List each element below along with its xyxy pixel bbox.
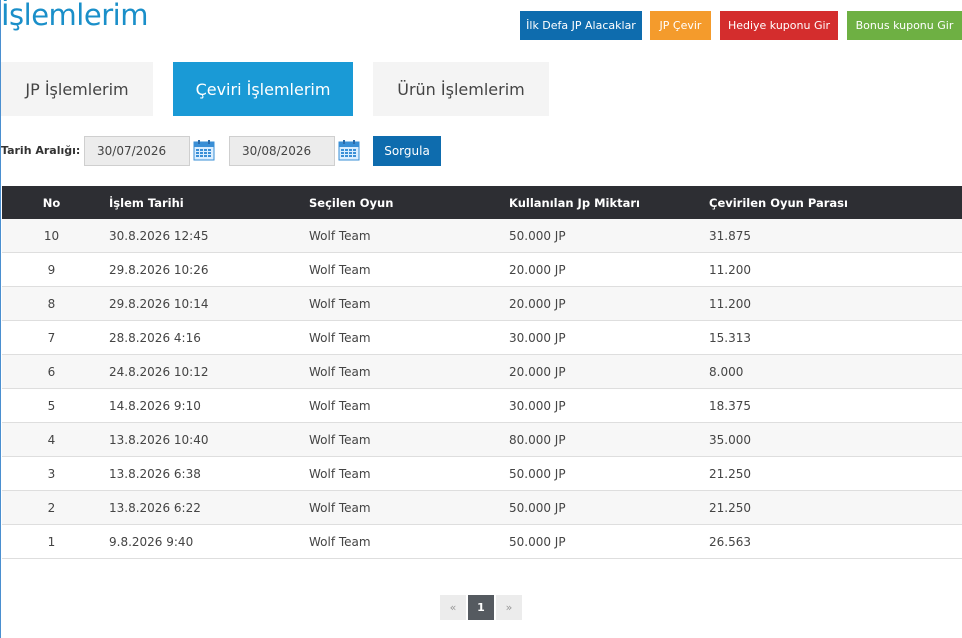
table-row: 3 13.8.2026 6:38 Wolf Team 50.000 JP 21.… <box>2 457 962 491</box>
header-date: İşlem Tarihi <box>109 195 184 210</box>
tab-conversion-transactions[interactable]: Çeviri İşlemlerim <box>173 62 353 116</box>
cell-no: 2 <box>47 500 56 515</box>
cell-date: 24.8.2026 10:12 <box>109 364 209 379</box>
cell-jp-amount: 50.000 JP <box>509 534 566 549</box>
cell-game: Wolf Team <box>309 296 371 311</box>
cell-jp-amount: 50.000 JP <box>509 466 566 481</box>
cell-game-money: 31.875 <box>709 228 751 243</box>
start-calendar-icon[interactable] <box>193 139 215 161</box>
cell-no: 6 <box>47 364 56 379</box>
cell-game: Wolf Team <box>309 330 371 345</box>
cell-date: 13.8.2026 6:38 <box>109 466 201 481</box>
cell-game-money: 21.250 <box>709 500 751 515</box>
tab-jp-transactions[interactable]: JP İşlemlerim <box>1 62 153 116</box>
cell-date: 29.8.2026 10:26 <box>109 262 209 277</box>
end-date-input[interactable] <box>229 136 335 166</box>
cell-no: 3 <box>47 466 56 481</box>
page-title: İşlemlerim <box>1 0 148 32</box>
transactions-table: No İşlem Tarihi Seçilen Oyun Kullanılan … <box>2 186 962 559</box>
table-header: No İşlem Tarihi Seçilen Oyun Kullanılan … <box>2 186 962 219</box>
cell-jp-amount: 50.000 JP <box>509 500 566 515</box>
cell-no: 9 <box>47 262 56 277</box>
tab-product-transactions[interactable]: Ürün İşlemlerim <box>373 62 549 116</box>
cell-jp-amount: 20.000 JP <box>509 364 566 379</box>
cell-no: 4 <box>47 432 56 447</box>
cell-game-money: 15.313 <box>709 330 751 345</box>
cell-game: Wolf Team <box>309 262 371 277</box>
cell-game: Wolf Team <box>309 432 371 447</box>
cell-date: 13.8.2026 10:40 <box>109 432 209 447</box>
cell-game-money: 11.200 <box>709 296 751 311</box>
cell-game-money: 11.200 <box>709 262 751 277</box>
table-row: 1 9.8.2026 9:40 Wolf Team 50.000 JP 26.5… <box>2 525 962 559</box>
cell-date: 30.8.2026 12:45 <box>109 228 209 243</box>
cell-jp-amount: 30.000 JP <box>509 330 566 345</box>
cell-no: 1 <box>47 534 56 549</box>
cell-jp-amount: 50.000 JP <box>509 228 566 243</box>
pagination: « 1 » <box>440 595 524 620</box>
cell-no: 8 <box>47 296 56 311</box>
table-body: 10 30.8.2026 12:45 Wolf Team 50.000 JP 3… <box>2 219 962 559</box>
cell-date: 14.8.2026 9:10 <box>109 398 201 413</box>
pagination-prev[interactable]: « <box>440 595 466 620</box>
table-row: 8 29.8.2026 10:14 Wolf Team 20.000 JP 11… <box>2 287 962 321</box>
table-row: 4 13.8.2026 10:40 Wolf Team 80.000 JP 35… <box>2 423 962 457</box>
cell-date: 9.8.2026 9:40 <box>109 534 194 549</box>
pagination-next[interactable]: » <box>496 595 522 620</box>
header-no: No <box>42 195 61 210</box>
start-date-input[interactable] <box>84 136 190 166</box>
table-row: 10 30.8.2026 12:45 Wolf Team 50.000 JP 3… <box>2 219 962 253</box>
cell-no: 10 <box>43 228 60 243</box>
header-game-money: Çevirilen Oyun Parası <box>709 195 848 210</box>
bonus-coupon-button[interactable]: Bonus kuponu Gir <box>847 11 962 40</box>
cell-date: 28.8.2026 4:16 <box>109 330 201 345</box>
cell-jp-amount: 20.000 JP <box>509 262 566 277</box>
cell-date: 13.8.2026 6:22 <box>109 500 201 515</box>
end-calendar-icon[interactable] <box>338 139 360 161</box>
table-row: 5 14.8.2026 9:10 Wolf Team 30.000 JP 18.… <box>2 389 962 423</box>
cell-jp-amount: 20.000 JP <box>509 296 566 311</box>
jp-convert-button[interactable]: JP Çevir <box>650 11 711 40</box>
query-button[interactable]: Sorgula <box>373 136 441 166</box>
table-row: 7 28.8.2026 4:16 Wolf Team 30.000 JP 15.… <box>2 321 962 355</box>
cell-game: Wolf Team <box>309 534 371 549</box>
cell-date: 29.8.2026 10:14 <box>109 296 209 311</box>
cell-game-money: 35.000 <box>709 432 751 447</box>
gift-coupon-button[interactable]: Hediye kuponu Gir <box>720 11 838 40</box>
cell-game-money: 18.375 <box>709 398 751 413</box>
table-row: 9 29.8.2026 10:26 Wolf Team 20.000 JP 11… <box>2 253 962 287</box>
cell-no: 7 <box>47 330 56 345</box>
first-time-jp-button[interactable]: İlk Defa JP Alacaklar <box>520 11 642 40</box>
pagination-page-current[interactable]: 1 <box>468 595 494 620</box>
header-game: Seçilen Oyun <box>309 195 394 210</box>
cell-game: Wolf Team <box>309 364 371 379</box>
cell-game: Wolf Team <box>309 466 371 481</box>
header-jp-amount: Kullanılan Jp Miktarı <box>509 195 640 210</box>
cell-game-money: 21.250 <box>709 466 751 481</box>
table-row: 2 13.8.2026 6:22 Wolf Team 50.000 JP 21.… <box>2 491 962 525</box>
cell-game-money: 26.563 <box>709 534 751 549</box>
cell-no: 5 <box>47 398 56 413</box>
table-row: 6 24.8.2026 10:12 Wolf Team 20.000 JP 8.… <box>2 355 962 389</box>
cell-game: Wolf Team <box>309 398 371 413</box>
cell-game-money: 8.000 <box>709 364 744 379</box>
cell-game: Wolf Team <box>309 500 371 515</box>
cell-jp-amount: 80.000 JP <box>509 432 566 447</box>
cell-game: Wolf Team <box>309 228 371 243</box>
cell-jp-amount: 30.000 JP <box>509 398 566 413</box>
date-range-label: Tarih Aralığı: <box>1 144 81 157</box>
